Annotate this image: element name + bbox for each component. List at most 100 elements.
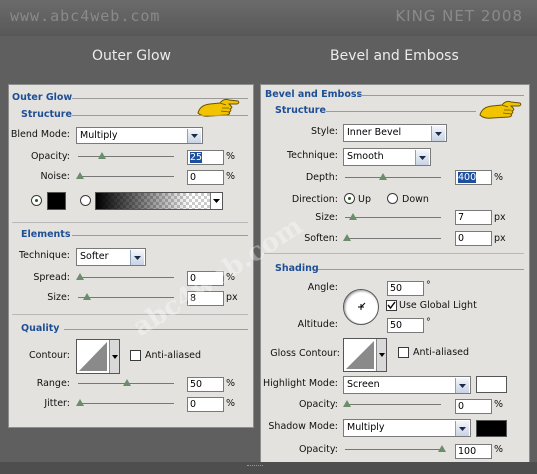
brand-name: KING NET 2008	[395, 7, 523, 25]
chevron-down-icon	[431, 126, 445, 141]
glow-color-swatch[interactable]	[47, 192, 66, 210]
gradient-radio[interactable]	[80, 195, 91, 206]
chevron-down-icon	[376, 339, 386, 371]
soften-slider-track[interactable]	[345, 238, 441, 239]
opacity-input[interactable]: 25	[187, 150, 224, 165]
divider	[12, 222, 248, 223]
crosshair-icon	[358, 302, 366, 310]
divider	[318, 269, 524, 270]
chevron-down-icon	[109, 340, 119, 373]
altitude-input[interactable]: 50	[387, 318, 424, 333]
angle-label: Angle:	[307, 282, 338, 293]
shadow-mode-select[interactable]: Multiply	[343, 419, 471, 437]
pointing-hand-icon	[197, 98, 240, 117]
depth-input[interactable]: 400	[455, 170, 492, 185]
gloss-anti-aliased-label: Anti-aliased	[413, 347, 470, 358]
soften-slider-thumb[interactable]	[343, 234, 351, 241]
outer-glow-structure-title: Structure	[21, 109, 72, 120]
contour-label: Contour:	[29, 350, 70, 361]
noise-unit: %	[226, 171, 236, 182]
use-global-light-checkbox[interactable]	[386, 300, 397, 311]
bevel-technique-select[interactable]: Smooth	[343, 148, 431, 166]
direction-down-radio[interactable]	[387, 193, 398, 204]
style-label: Style:	[310, 126, 338, 137]
direction-up-radio[interactable]	[344, 193, 355, 204]
jitter-slider-track[interactable]	[78, 403, 174, 404]
bevel-size-slider-track[interactable]	[345, 217, 441, 218]
shading-title: Shading	[275, 263, 319, 274]
chevron-down-icon	[210, 193, 222, 209]
blend-mode-select[interactable]: Multiply	[76, 127, 203, 144]
bevel-size-input[interactable]: 7	[455, 210, 492, 225]
style-select[interactable]: Inner Bevel	[343, 124, 447, 142]
gloss-anti-aliased-checkbox[interactable]	[398, 347, 409, 358]
gloss-contour-preview-icon	[346, 341, 374, 369]
highlight-mode-value: Screen	[347, 379, 380, 390]
direction-up-label: Up	[358, 194, 371, 205]
noise-label: Noise:	[40, 171, 70, 182]
quality-title: Quality	[21, 323, 60, 334]
highlight-opacity-slider-track[interactable]	[345, 404, 441, 405]
highlight-opacity-input[interactable]: 0	[455, 399, 492, 414]
bevel-emboss-panel-title: Bevel and Emboss	[265, 89, 363, 100]
shadow-opacity-slider-track[interactable]	[345, 449, 441, 450]
highlight-opacity-slider-thumb[interactable]	[343, 400, 351, 407]
technique-select[interactable]: Softer	[76, 248, 146, 266]
noise-input[interactable]: 0	[187, 170, 224, 185]
opacity-slider-thumb[interactable]	[98, 152, 106, 159]
divider	[358, 95, 524, 96]
shadow-opacity-unit: %	[494, 444, 504, 455]
contour-preview-icon	[79, 342, 107, 371]
highlight-opacity-label: Opacity:	[298, 399, 338, 410]
shadow-opacity-label: Opacity:	[298, 444, 338, 455]
highlight-opacity-unit: %	[494, 399, 504, 410]
soften-input[interactable]: 0	[455, 231, 492, 246]
shadow-color-swatch[interactable]	[476, 420, 507, 437]
bevel-size-slider-thumb[interactable]	[349, 213, 357, 220]
outer-glow-panel-title: Outer Glow	[12, 92, 73, 103]
bevel-size-unit: px	[494, 212, 506, 223]
range-slider-thumb[interactable]	[123, 379, 131, 386]
angle-dial[interactable]	[343, 289, 379, 325]
spread-slider-thumb[interactable]	[76, 273, 84, 280]
resize-grip[interactable]	[247, 465, 263, 469]
highlight-color-swatch[interactable]	[476, 376, 507, 393]
gradient-picker[interactable]	[95, 192, 223, 210]
opacity-unit: %	[226, 151, 236, 162]
jitter-input[interactable]: 0	[187, 397, 224, 412]
jitter-slider-thumb[interactable]	[76, 399, 84, 406]
depth-slider-thumb[interactable]	[379, 173, 387, 180]
anti-aliased-checkbox[interactable]	[130, 350, 141, 361]
range-input[interactable]: 50	[187, 377, 224, 392]
divider	[72, 115, 248, 116]
noise-slider-track[interactable]	[78, 176, 174, 177]
spread-slider-track[interactable]	[78, 277, 174, 278]
bevel-technique-value: Smooth	[347, 151, 384, 162]
bevel-technique-label: Technique:	[286, 150, 338, 161]
divider	[264, 253, 524, 254]
elements-title: Elements	[21, 229, 71, 240]
direction-label: Direction:	[291, 194, 338, 205]
gloss-contour-picker[interactable]	[343, 338, 387, 372]
shadow-opacity-input[interactable]: 100	[455, 444, 492, 459]
anti-aliased-label: Anti-aliased	[145, 350, 202, 361]
angle-degree-unit: °	[426, 280, 431, 291]
noise-slider-thumb[interactable]	[76, 172, 84, 179]
highlight-mode-select[interactable]: Screen	[343, 376, 471, 394]
contour-picker[interactable]	[76, 339, 120, 374]
depth-value: 400	[458, 172, 477, 183]
chevron-down-icon	[455, 421, 469, 436]
solid-color-radio[interactable]	[31, 195, 42, 206]
soften-unit: px	[494, 233, 506, 244]
size-slider-thumb[interactable]	[83, 293, 91, 300]
depth-slider-track[interactable]	[345, 177, 441, 178]
altitude-label: Altitude:	[297, 319, 338, 330]
bevel-structure-title: Structure	[275, 105, 326, 116]
checkmark-icon	[387, 301, 396, 310]
direction-down-label: Down	[402, 194, 429, 205]
opacity-value: 25	[190, 152, 203, 163]
opacity-slider-track[interactable]	[78, 156, 174, 157]
angle-input[interactable]: 50	[387, 281, 424, 296]
shadow-opacity-slider-thumb[interactable]	[438, 445, 446, 452]
jitter-unit: %	[226, 398, 236, 409]
